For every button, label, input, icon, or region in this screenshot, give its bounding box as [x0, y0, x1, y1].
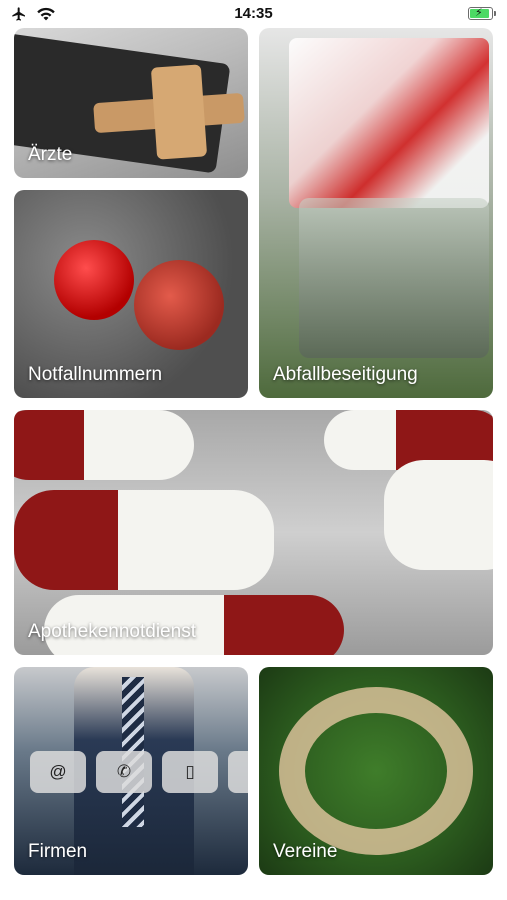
- mail-envelope-icon[interactable]: ✉: [228, 751, 248, 793]
- contact-icon-row: @ ✆ ▯ ✉: [30, 751, 248, 793]
- tile-vereine[interactable]: Vereine: [259, 667, 493, 875]
- tile-apothekennotdienst[interactable]: Apothekennotdienst: [14, 410, 493, 655]
- phone-icon[interactable]: ✆: [96, 751, 152, 793]
- apotheke-image: [14, 410, 493, 655]
- tile-notfallnummern[interactable]: Notfallnummern: [14, 190, 248, 398]
- email-at-icon[interactable]: @: [30, 751, 86, 793]
- abfall-image: [259, 28, 493, 398]
- tile-firmen[interactable]: @ ✆ ▯ ✉ Firmen: [14, 667, 248, 875]
- battery-charging-icon: ⚡: [468, 7, 496, 20]
- tile-label-notfallnummern: Notfallnummern: [28, 364, 163, 385]
- status-time: 14:35: [234, 5, 273, 22]
- mobile-icon[interactable]: ▯: [162, 751, 218, 793]
- status-bar: 14:35 ⚡: [0, 0, 507, 28]
- tile-label-firmen: Firmen: [28, 841, 88, 862]
- tile-label-abfallbeseitigung: Abfallbeseitigung: [273, 364, 418, 385]
- tile-abfallbeseitigung[interactable]: Abfallbeseitigung: [259, 28, 493, 398]
- tile-aerzte[interactable]: Ärzte: [14, 28, 248, 178]
- tile-label-vereine: Vereine: [273, 841, 338, 862]
- tile-label-apothekennotdienst: Apothekennotdienst: [28, 621, 196, 642]
- tile-label-aerzte: Ärzte: [28, 144, 73, 165]
